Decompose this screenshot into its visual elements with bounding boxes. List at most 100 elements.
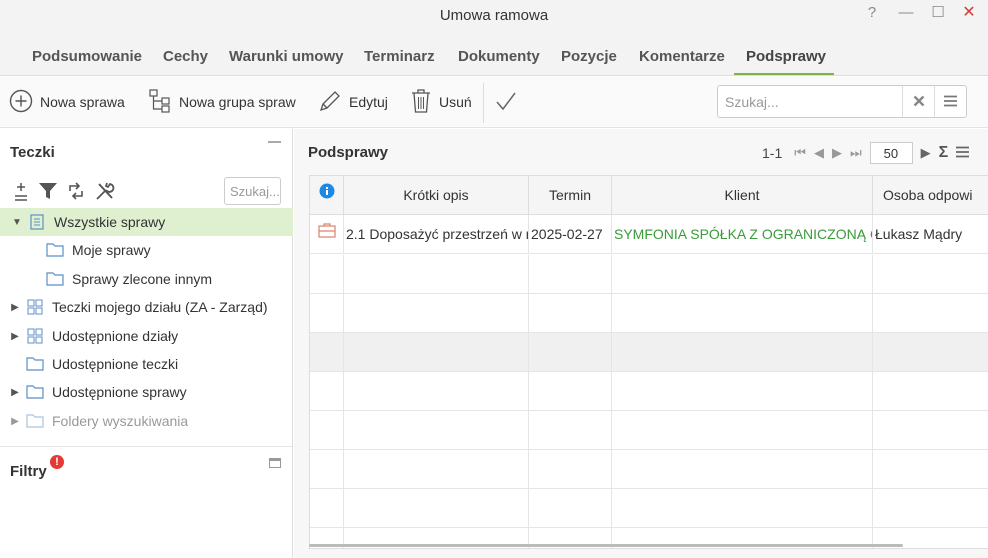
clear-search-button[interactable] bbox=[902, 86, 934, 117]
tree-item-department-folders[interactable]: ▶ Teczki mojego działu (ZA - Zarząd) bbox=[0, 293, 293, 321]
prev-page-icon[interactable]: ◀ bbox=[814, 145, 824, 161]
tab-warunki-umowy[interactable]: Warunki umowy bbox=[229, 48, 343, 65]
cell-client: SYMFONIA SPÓŁKA Z OGRANICZONĄ OD bbox=[612, 215, 873, 254]
toolbar-separator bbox=[483, 83, 484, 123]
new-group-label: Nowa grupa spraw bbox=[179, 94, 296, 110]
expand-arrow-icon[interactable]: ▼ bbox=[12, 217, 22, 228]
tab-cechy[interactable]: Cechy bbox=[163, 48, 208, 65]
sum-icon[interactable]: Σ bbox=[939, 144, 949, 162]
pencil-icon bbox=[318, 89, 342, 116]
close-button[interactable]: ✕ bbox=[956, 4, 982, 26]
folder-search-input[interactable]: Szukaj... bbox=[224, 177, 281, 205]
column-header-due-date[interactable]: Termin bbox=[529, 176, 612, 215]
tree-item-all-cases[interactable]: ▼ Wszystkie sprawy bbox=[0, 208, 293, 236]
tab-dokumenty[interactable]: Dokumenty bbox=[458, 48, 540, 65]
hamburger-icon bbox=[944, 94, 957, 110]
column-header-responsible-person[interactable]: Osoba odpowi bbox=[873, 176, 988, 215]
subcases-title: Podsprawy bbox=[308, 144, 389, 161]
table-row-empty bbox=[310, 489, 988, 528]
first-page-icon[interactable]: ⏮ bbox=[794, 145, 806, 161]
edit-label: Edytuj bbox=[349, 94, 388, 110]
tab-podsumowanie[interactable]: Podsumowanie bbox=[32, 48, 142, 65]
refresh-icon[interactable] bbox=[66, 181, 86, 204]
tab-pozycje[interactable]: Pozycje bbox=[561, 48, 617, 65]
new-case-button[interactable]: Nowa sprawa bbox=[9, 88, 125, 116]
cell-short-description: 2.1 Doposażyć przestrzeń w m bbox=[344, 215, 529, 254]
column-header-short-description[interactable]: Krótki opis bbox=[344, 176, 529, 215]
new-case-label: Nowa sprawa bbox=[40, 94, 125, 110]
tree-item-my-cases[interactable]: Moje sprawy bbox=[0, 236, 293, 264]
folder-icon bbox=[46, 271, 64, 287]
tab-bar: Podsumowanie Cechy Warunki umowy Termina… bbox=[0, 36, 988, 76]
cell-due-date: 2025-02-27 bbox=[529, 215, 612, 254]
edit-button[interactable]: Edytuj bbox=[318, 88, 388, 116]
subcases-panel: Podsprawy 1-1 ⏮ ◀ ▶ ⏭ 50 ▶ Σ Krótki opis… bbox=[294, 129, 988, 558]
expand-arrow-icon[interactable]: ▶ bbox=[10, 331, 20, 342]
checkmark-icon bbox=[494, 89, 518, 116]
folders-title: Teczki bbox=[10, 144, 55, 161]
folder-icon bbox=[26, 384, 44, 400]
help-button[interactable]: ? bbox=[859, 4, 885, 26]
table-row[interactable]: 2.1 Doposażyć przestrzeń w m 2025-02-27 … bbox=[310, 215, 988, 254]
expand-arrow-icon[interactable]: ▶ bbox=[10, 416, 20, 427]
maximize-filters-icon[interactable] bbox=[269, 458, 281, 468]
cell-responsible-person: Łukasz Mądry bbox=[875, 226, 963, 242]
expand-arrow-icon[interactable]: ▶ bbox=[10, 302, 20, 313]
table-row-empty bbox=[310, 450, 988, 489]
hierarchy-icon bbox=[148, 88, 172, 117]
expand-arrow-icon[interactable]: ▶ bbox=[10, 387, 20, 398]
tree-item-label: Wszystkie sprawy bbox=[54, 214, 166, 230]
tree-item-shared-cases[interactable]: ▶ Udostępnione sprawy bbox=[0, 378, 293, 406]
filter-icon[interactable] bbox=[38, 181, 58, 204]
tree-item-label: Udostępnione teczki bbox=[52, 356, 179, 372]
folder-tools bbox=[12, 181, 116, 203]
grid-menu-icon[interactable] bbox=[956, 146, 970, 161]
grid-folder-icon bbox=[26, 299, 44, 315]
delete-label: Usuń bbox=[439, 94, 472, 110]
title-bar: Umowa ramowa ? — ☐ ✕ bbox=[0, 0, 988, 36]
minimize-button[interactable]: — bbox=[893, 4, 919, 26]
tree-item-label: Foldery wyszukiwania bbox=[52, 413, 189, 429]
tab-podsprawy[interactable]: Podsprawy bbox=[746, 48, 826, 65]
info-icon bbox=[319, 176, 335, 214]
panel-divider bbox=[0, 446, 292, 447]
toolbar: Nowa sprawa Nowa grupa spraw Edytuj Usuń bbox=[0, 77, 988, 128]
table-row-empty bbox=[310, 411, 988, 450]
tree-item-shared-folders[interactable]: Udostępnione teczki bbox=[0, 350, 293, 378]
tab-komentarze[interactable]: Komentarze bbox=[639, 48, 725, 65]
folder-icon bbox=[26, 413, 44, 429]
tools-icon[interactable] bbox=[94, 181, 116, 204]
table-row-empty bbox=[310, 294, 988, 333]
trash-icon bbox=[410, 88, 432, 117]
maximize-button[interactable]: ☐ bbox=[925, 4, 951, 26]
table-row-empty bbox=[310, 333, 988, 372]
tree-item-search-folders[interactable]: ▶ Foldery wyszukiwania bbox=[0, 407, 293, 435]
expand-collapse-icon[interactable] bbox=[12, 181, 30, 204]
table-row-empty bbox=[310, 372, 988, 411]
filters-title[interactable]: Filtry bbox=[10, 463, 47, 480]
tree-item-shared-departments[interactable]: ▶ Udostępnione działy bbox=[0, 322, 293, 350]
page-size-arrow-icon[interactable]: ▶ bbox=[921, 145, 931, 161]
tab-terminarz[interactable]: Terminarz bbox=[364, 48, 435, 65]
search-input[interactable] bbox=[718, 86, 902, 117]
last-page-icon[interactable]: ⏭ bbox=[850, 145, 862, 161]
tree-item-label: Sprawy zlecone innym bbox=[72, 271, 213, 287]
plus-circle-icon bbox=[9, 89, 33, 116]
folder-icon bbox=[46, 242, 64, 258]
delete-button[interactable]: Usuń bbox=[410, 88, 472, 116]
info-column-header[interactable] bbox=[310, 176, 344, 215]
search-menu-button[interactable] bbox=[934, 86, 966, 117]
confirm-button[interactable] bbox=[494, 88, 518, 116]
horizontal-scrollbar[interactable] bbox=[309, 544, 903, 547]
next-page-icon[interactable]: ▶ bbox=[832, 145, 842, 161]
column-header-client[interactable]: Klient bbox=[612, 176, 873, 215]
alert-badge-icon: ! bbox=[50, 455, 64, 469]
pager: 1-1 ⏮ ◀ ▶ ⏭ 50 ▶ Σ bbox=[762, 142, 970, 164]
page-size-input[interactable]: 50 bbox=[869, 142, 913, 164]
collapse-panel-button[interactable] bbox=[268, 141, 281, 143]
tree-item-delegated-cases[interactable]: Sprawy zlecone innym bbox=[0, 265, 293, 293]
briefcase-icon bbox=[317, 215, 336, 253]
tree-item-label: Udostępnione działy bbox=[52, 328, 179, 344]
pager-range: 1-1 bbox=[762, 145, 783, 161]
new-group-button[interactable]: Nowa grupa spraw bbox=[148, 88, 296, 116]
